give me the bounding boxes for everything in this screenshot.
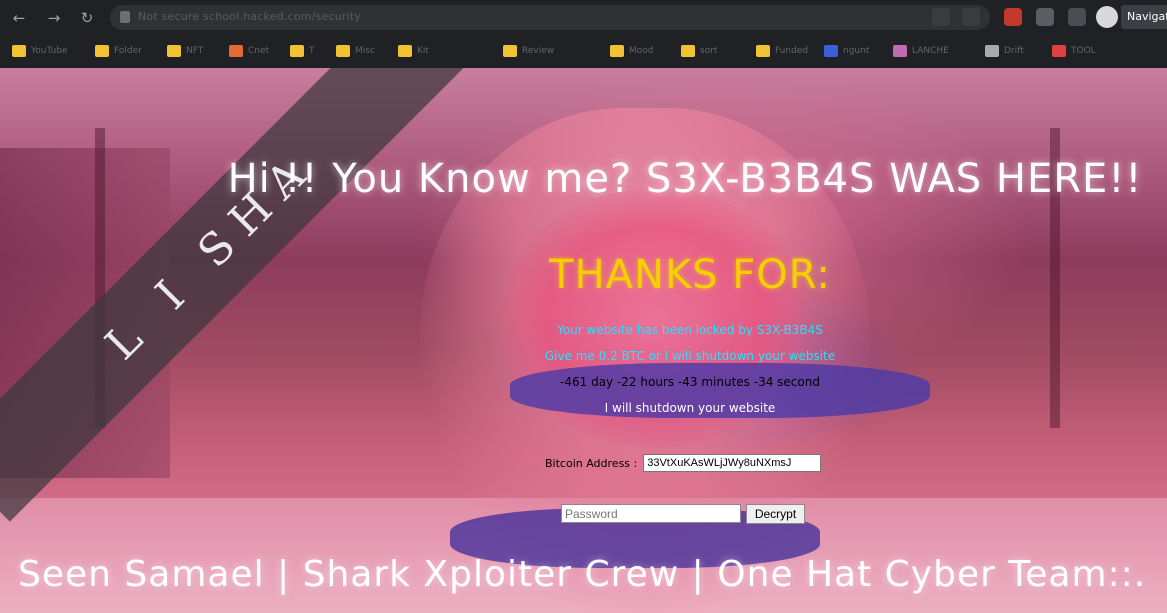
back-icon[interactable]: ←: [10, 9, 28, 27]
eye-icon[interactable]: [932, 8, 950, 26]
folder-icon: [12, 45, 26, 57]
bookmark-label: YouTube: [31, 46, 68, 56]
browser-toolbar: ← → ↻ Not secure school.hacked.com/secur…: [0, 0, 1167, 35]
folder-icon: [893, 45, 907, 57]
bookmark-label: Mood: [629, 46, 654, 56]
bookmark-label: Funded: [775, 46, 809, 56]
message-line: Give me 0.2 BTC or i will shutdown your …: [544, 349, 836, 363]
security-icon: [120, 11, 130, 23]
address-url: Not secure school.hacked.com/security: [138, 10, 362, 23]
message-line: I will shutdown your website: [604, 401, 776, 415]
folder-icon: [229, 45, 243, 57]
page-headline: Hi !! You Know me? S3X-B3B4S WAS HERE!!: [227, 156, 1143, 202]
bookmark-label: NFT: [186, 46, 204, 56]
bookmark-label: Review: [522, 46, 555, 56]
navigate-tooltip: Navigat: [1121, 5, 1167, 29]
password-input[interactable]: [561, 504, 741, 523]
extension-icon[interactable]: [1036, 8, 1054, 26]
folder-icon: [824, 45, 838, 57]
bookmark-item[interactable]: T: [290, 43, 315, 59]
bookmark-label: Drift: [1004, 46, 1024, 56]
folder-icon: [610, 45, 624, 57]
bookmark-item[interactable]: NFT: [167, 43, 203, 59]
folder-icon: [95, 45, 109, 57]
forward-icon[interactable]: →: [45, 9, 63, 27]
bitcoin-address-field[interactable]: [643, 454, 822, 472]
bookmark-item[interactable]: Mood: [610, 43, 654, 59]
bookmark-item[interactable]: Funded: [756, 43, 808, 59]
bookmark-label: Cnet: [248, 46, 270, 56]
folder-icon: [503, 45, 517, 57]
bookmark-item[interactable]: TOOL: [1052, 43, 1096, 59]
bookmark-label: TOOL: [1071, 46, 1096, 56]
bookmark-item[interactable]: YouTube: [12, 43, 68, 59]
footer-credits: Seen Samael | Shark Xploiter Crew | One …: [18, 554, 1147, 595]
avatar[interactable]: [1096, 6, 1118, 28]
bitcoin-address-row: Bitcoin Address :: [545, 454, 822, 472]
bookmark-item[interactable]: Kit: [398, 43, 429, 59]
bookmark-label: LANCHE: [912, 46, 949, 56]
bookmark-item[interactable]: sort: [681, 43, 717, 59]
bookmark-label: T: [309, 46, 315, 56]
defaced-page: L I SHA Hi !! You Know me? S3X-B3B4S WAS…: [0, 68, 1167, 613]
countdown-line: -461 day -22 hours -43 minutes -34 secon…: [560, 375, 820, 389]
reload-icon[interactable]: ↻: [78, 9, 96, 27]
star-icon[interactable]: [962, 8, 980, 26]
decrypt-button[interactable]: Decrypt: [746, 504, 805, 524]
folder-icon: [290, 45, 304, 57]
bookmark-item[interactable]: Drift: [985, 43, 1024, 59]
folder-icon: [681, 45, 695, 57]
folder-icon: [1052, 45, 1066, 57]
extension-icon[interactable]: [1004, 8, 1022, 26]
bookmark-label: Folder: [114, 46, 142, 56]
bookmark-label: sort: [700, 46, 718, 56]
bitcoin-address-label: Bitcoin Address :: [545, 456, 638, 470]
bookmark-label: Misc: [355, 46, 375, 56]
folder-icon: [167, 45, 181, 57]
puzzle-icon[interactable]: [1068, 8, 1086, 26]
thanks-heading: THANKS FOR:: [549, 252, 831, 298]
bookmark-item[interactable]: Misc: [336, 43, 375, 59]
bookmark-item[interactable]: LANCHE: [893, 43, 949, 59]
folder-icon: [756, 45, 770, 57]
address-bar[interactable]: Not secure school.hacked.com/security: [110, 5, 990, 30]
bookmark-item[interactable]: ngunt: [824, 43, 869, 59]
bookmark-label: Kit: [417, 46, 429, 56]
bookmark-item[interactable]: Review: [503, 43, 554, 59]
folder-icon: [398, 45, 412, 57]
bookmark-item[interactable]: Folder: [95, 43, 142, 59]
bookmarks-bar: YouTube Folder NFT Cnet T Misc Kit Review Mood so…: [0, 35, 1167, 69]
bookmark-label: ngunt: [843, 46, 870, 56]
bookmark-item[interactable]: Cnet: [229, 43, 269, 59]
folder-icon: [336, 45, 350, 57]
folder-icon: [985, 45, 999, 57]
message-line: Your website has been locked by S3X-B3B4…: [557, 323, 823, 337]
